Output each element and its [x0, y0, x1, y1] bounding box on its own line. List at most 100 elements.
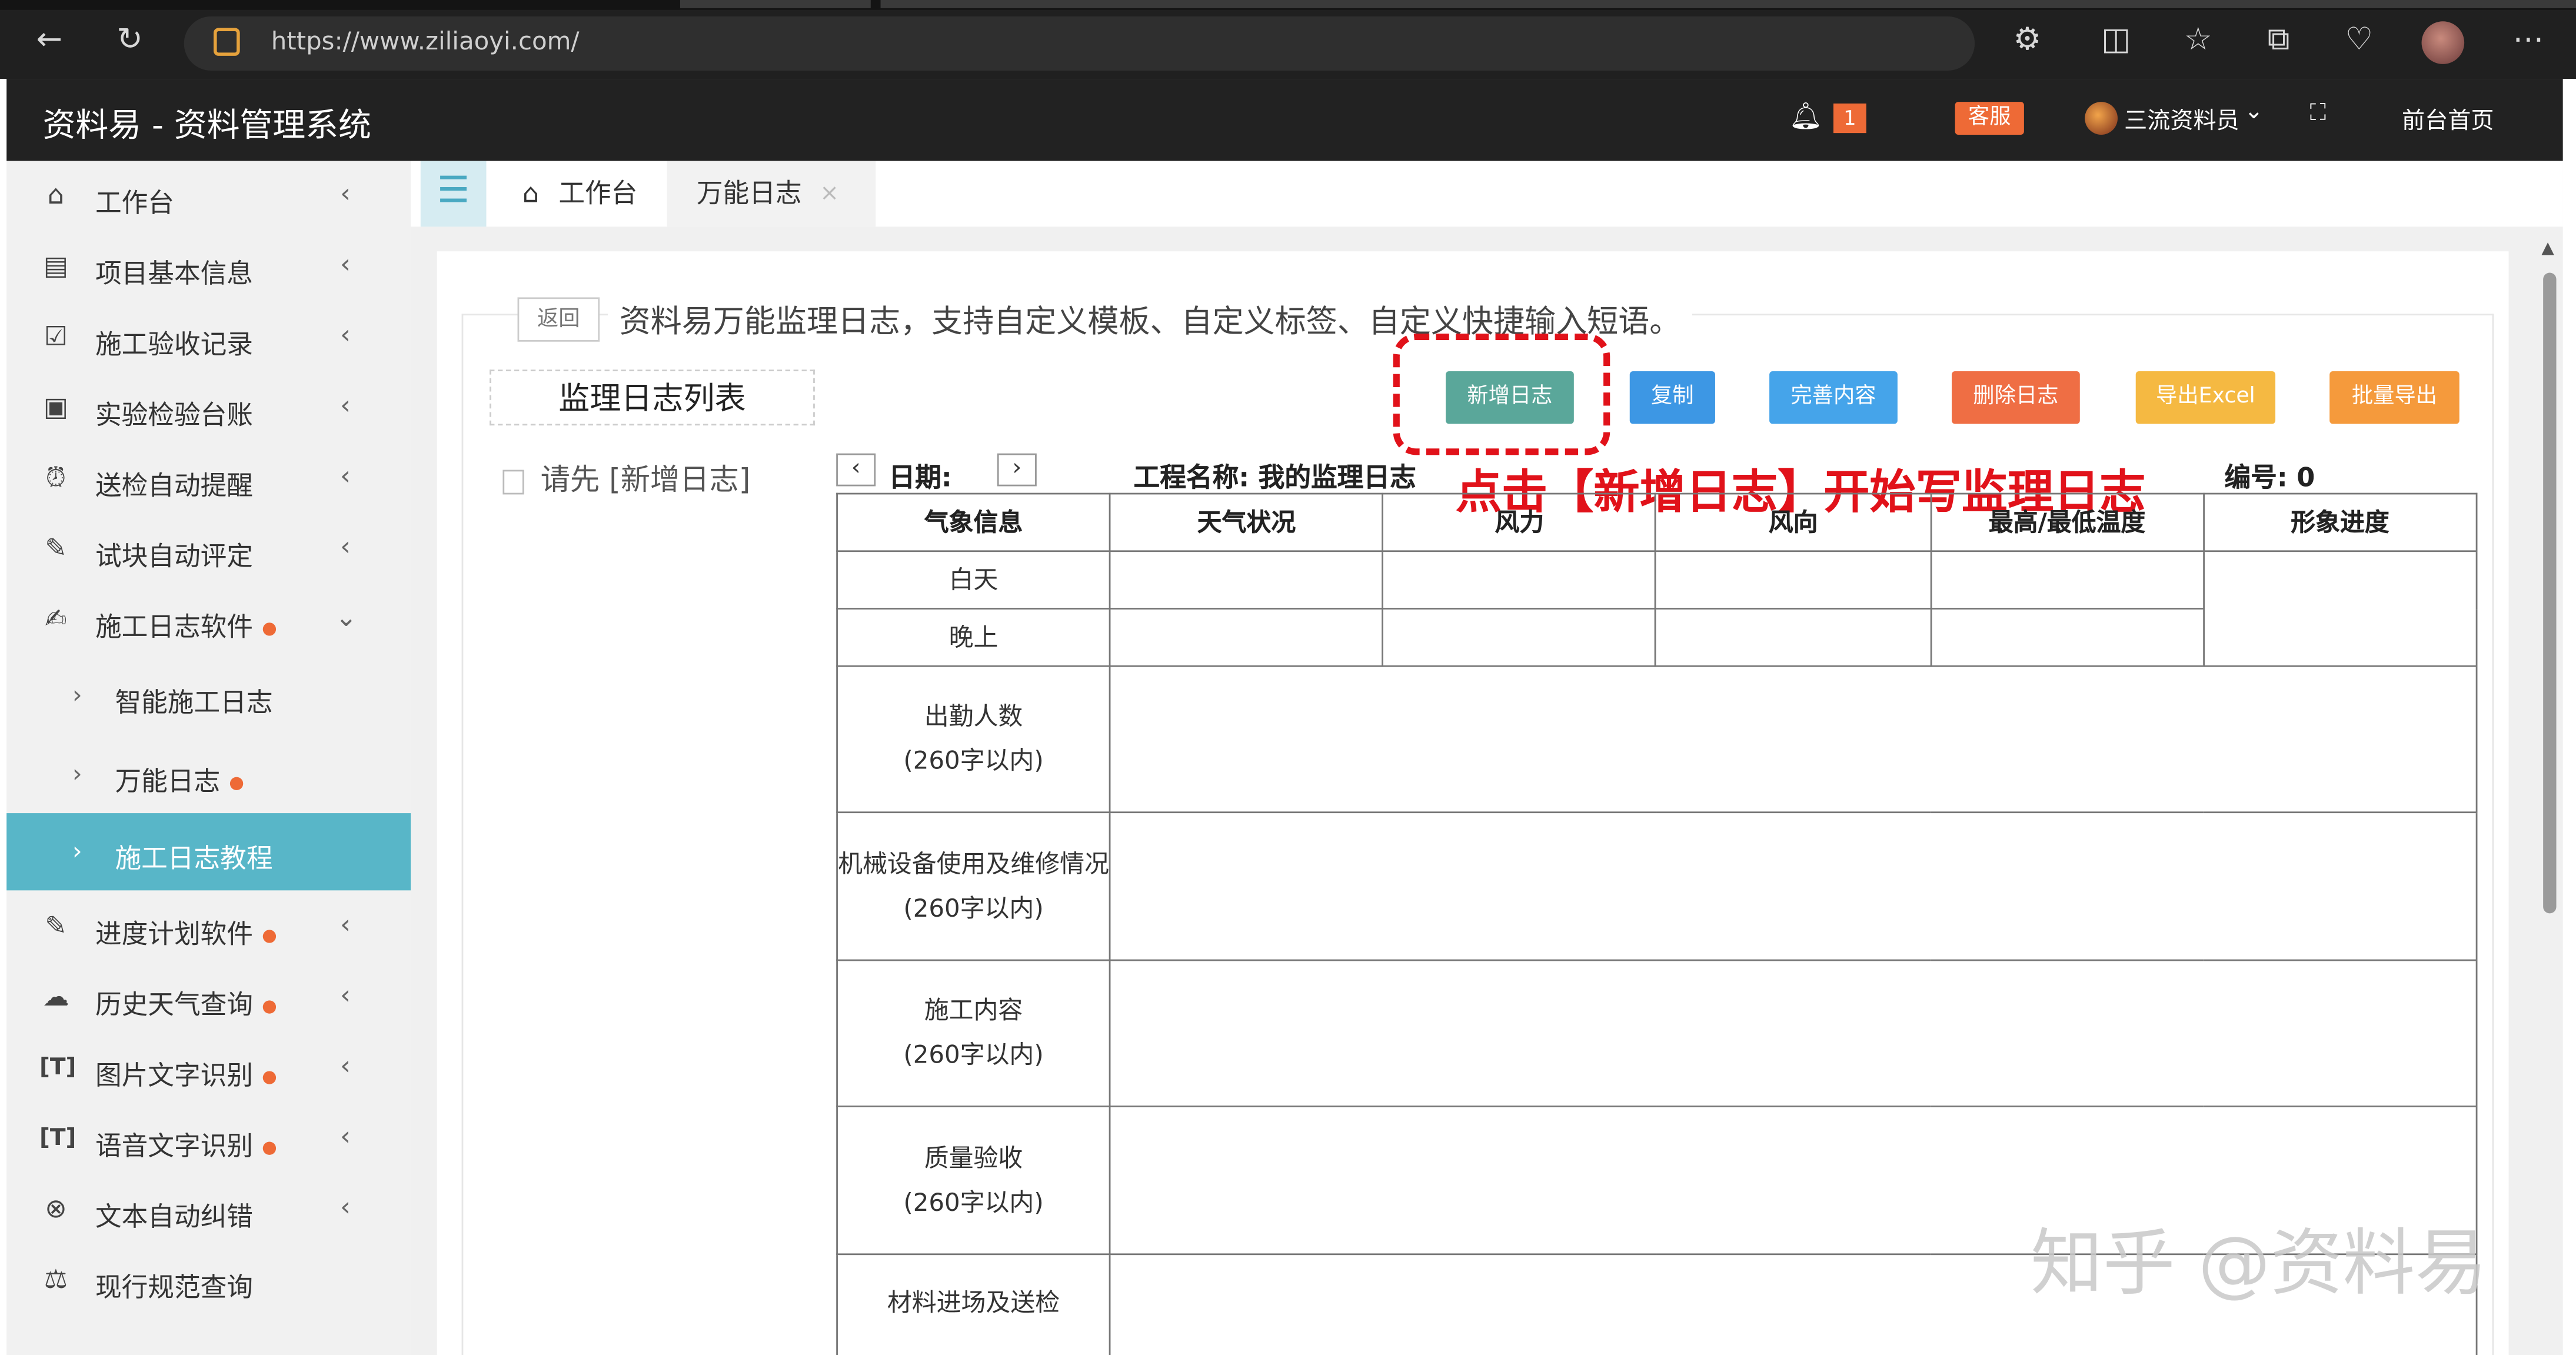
prev-date-icon[interactable]: ‹ [836, 453, 876, 487]
back-button[interactable]: 返回 [517, 297, 600, 342]
home-icon: ⌂ [47, 179, 65, 211]
main-content: ☰ ⌂ 工作台 万能日志 × 返回 资料易万能监理日志，支持自定义模板、自定义标… [411, 161, 2563, 1355]
day-temperature-cell[interactable] [1929, 550, 2205, 610]
date-label: 日期: [888, 461, 952, 493]
scroll-thumb[interactable] [2543, 272, 2557, 914]
chevron-left-icon: ‹ [340, 1191, 351, 1223]
chevron-left-icon: ‹ [340, 460, 351, 491]
health-icon[interactable]: ♡ [2339, 20, 2379, 59]
sidebar-item-smart-log[interactable]: › 智能施工日志 [6, 660, 411, 731]
header-weather-info: 气象信息 [836, 492, 1111, 552]
chevron-right-icon: › [72, 680, 82, 710]
new-dot [262, 621, 277, 635]
front-page-link[interactable]: 前台首页 [2402, 104, 2494, 137]
user-name[interactable]: 三流资料员 [2124, 104, 2239, 137]
sidebar-item-specimen-assessment[interactable]: ✎ 试块自动评定 ‹ [6, 514, 411, 585]
day-wind-direction-cell[interactable] [1655, 550, 1932, 610]
back-icon[interactable]: ← [29, 20, 69, 59]
sidebar-item-project-info[interactable]: ▤ 项目基本信息 ‹ [6, 232, 411, 302]
sidebar-item-inspection-reminder[interactable]: ⏰︎ 送检自动提醒 ‹ [6, 444, 411, 514]
profile-avatar[interactable] [2421, 21, 2465, 64]
chevron-left-icon: ‹ [340, 908, 351, 940]
progress-cell[interactable] [2202, 550, 2478, 667]
new-dot [262, 928, 277, 943]
close-icon[interactable]: × [820, 161, 839, 227]
collections-icon[interactable]: ⧉ [2259, 20, 2298, 59]
copy-button[interactable]: 复制 [1629, 371, 1715, 424]
scroll-up-icon[interactable]: ▲ [2541, 240, 2554, 258]
scrollbar[interactable]: ▲ ▼ [2538, 240, 2561, 1355]
chevron-right-icon: › [72, 836, 82, 866]
tab-universal-log[interactable]: 万能日志 × [667, 161, 876, 227]
row-label-day: 白天 [836, 550, 1111, 610]
night-weather-cell[interactable] [1109, 608, 1384, 667]
app-title: 资料易 - 资料管理系统 [42, 105, 371, 145]
batch-export-button[interactable]: 批量导出 [2329, 371, 2459, 424]
support-button[interactable]: 客服 [1955, 102, 2024, 135]
day-weather-cell[interactable] [1109, 550, 1384, 610]
chevron-down-icon[interactable]: ⌄ [2244, 99, 2264, 125]
proofread-icon: ⊗ [45, 1193, 67, 1224]
log-list-empty[interactable]: 请先 [新增日志] [502, 457, 750, 500]
table-row-construction-content: 施工内容 (260字以内) [836, 959, 2478, 1107]
new-dot [262, 999, 277, 1013]
sidebar-item-schedule-software[interactable]: ✎ 进度计划软件 ‹ [6, 892, 411, 963]
row-label-night: 晚上 [836, 608, 1111, 667]
export-excel-button[interactable]: 导出Excel [2135, 371, 2276, 424]
screen: ← ↻ https://www.ziliaoyi.com/ ⚙ ◫ ☆ ⧉ ♡ … [0, 0, 2576, 1355]
sidebar-item-standards-query[interactable]: ⚖ 现行规范查询 [6, 1245, 411, 1316]
header-weather-condition: 天气状况 [1109, 492, 1384, 552]
sidebar-item-image-ocr[interactable]: [T] 图片文字识别 ‹ [6, 1033, 411, 1104]
sidebar-item-universal-log[interactable]: › 万能日志 [6, 739, 411, 810]
ocr-text-icon: [T] [39, 1054, 76, 1081]
attendance-input-cell[interactable] [1109, 665, 2478, 814]
new-dot [262, 1141, 277, 1154]
sidebar-item-voice-recognition[interactable]: [T] 语音文字识别 ‹ [6, 1104, 411, 1174]
tab-workbench[interactable]: ⌂ 工作台 [506, 161, 654, 227]
section-label-materials: 材料进场及送检 [836, 1253, 1111, 1355]
file-icon [502, 469, 524, 494]
address-bar[interactable]: https://www.ziliaoyi.com/ [184, 16, 1975, 71]
section-label-machinery: 机械设备使用及维修情况 (260字以内) [836, 811, 1111, 961]
user-avatar[interactable] [2085, 102, 2118, 135]
document-icon: ▤ [43, 249, 69, 281]
highlight-circle [1393, 333, 1610, 455]
night-wind-force-cell[interactable] [1382, 608, 1657, 667]
section-label-construction-content: 施工内容 (260字以内) [836, 959, 1111, 1107]
chevron-left-icon: ‹ [340, 530, 351, 562]
scale-icon: ⚖ [44, 1263, 68, 1295]
sidebar-item-acceptance-records[interactable]: ☑ 施工验收记录 ‹ [6, 302, 411, 373]
sidebar-item-weather-history[interactable]: ☁ 历史天气查询 ‹ [6, 963, 411, 1033]
split-screen-icon[interactable]: ◫ [2096, 20, 2136, 59]
chevron-right-icon: › [72, 758, 82, 789]
chevron-left-icon: ‹ [340, 177, 351, 209]
night-temperature-cell[interactable] [1929, 608, 2205, 667]
complete-content-button[interactable]: 完善内容 [1769, 371, 1898, 424]
sidebar-item-text-proofread[interactable]: ⊗ 文本自动纠错 ‹ [6, 1174, 411, 1245]
delete-log-button[interactable]: 删除日志 [1952, 371, 2080, 424]
sidebar-item-workbench[interactable]: ⌂ 工作台 ‹ [6, 161, 411, 232]
weather-icon: ☁ [42, 980, 69, 1012]
url-text[interactable]: https://www.ziliaoyi.com/ [271, 26, 580, 56]
more-menu-icon[interactable]: ⋯ [2509, 20, 2548, 59]
day-wind-force-cell[interactable] [1382, 550, 1657, 610]
table-row-day: 白天 [836, 550, 2478, 667]
bell-icon[interactable]: 🔔︎ [1789, 100, 1823, 131]
night-wind-direction-cell[interactable] [1655, 608, 1932, 667]
reload-icon[interactable]: ↻ [110, 20, 149, 59]
sidebar-item-test-ledger[interactable]: ▣ 实验检验台账 ‹ [6, 373, 411, 444]
fullscreen-icon[interactable]: ⛶ [2310, 100, 2326, 126]
favorites-icon[interactable]: ☆ [2178, 20, 2218, 59]
construction-content-input-cell[interactable] [1109, 959, 2478, 1107]
tab-bar: ☰ ⌂ 工作台 万能日志 × [411, 161, 2563, 227]
sidebar-item-construction-log-software[interactable]: ✍ 施工日志软件 ⌄ [6, 585, 411, 655]
machinery-input-cell[interactable] [1109, 811, 2478, 961]
extensions-icon[interactable]: ⚙ [2008, 20, 2047, 59]
sidebar: ⌂ 工作台 ‹ ▤ 项目基本信息 ‹ ☑ 施工验收记录 ‹ ▣ 实验检验台账 ‹… [6, 161, 411, 1355]
next-date-icon[interactable]: › [997, 453, 1037, 487]
sidebar-item-log-tutorial[interactable]: › 施工日志教程 [6, 813, 411, 891]
inspection-icon: ▣ [43, 391, 69, 422]
menu-toggle-icon[interactable]: ☰ [420, 161, 487, 227]
section-label-quality-acceptance: 质量验收 (260字以内) [836, 1106, 1111, 1256]
watermark: 知乎 @资料易 [2031, 1222, 2488, 1306]
